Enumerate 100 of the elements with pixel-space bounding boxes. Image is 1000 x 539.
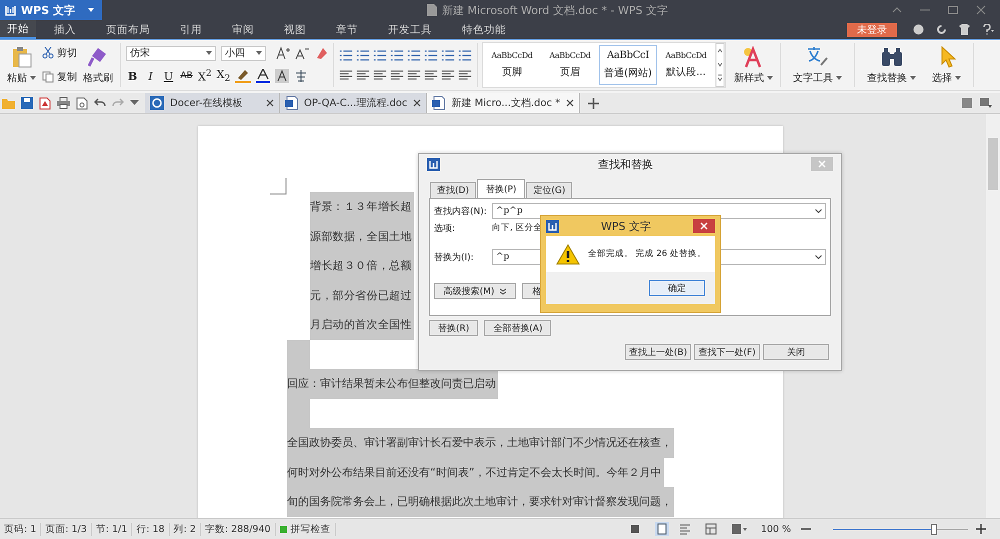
binoculars-icon — [880, 46, 904, 68]
tab-label: Docer-在线模板 — [170, 96, 243, 110]
close-tab-icon[interactable] — [413, 99, 422, 107]
tab-label: 新建 Micro...文档.doc * — [451, 96, 560, 110]
close-tab-icon[interactable] — [266, 99, 274, 107]
style-preset[interactable]: AaBbCcDd 页眉 — [541, 45, 599, 85]
menu-tab[interactable]: 引用 — [168, 20, 214, 39]
superscript-button[interactable]: X$^{2}$ — [198, 68, 212, 84]
print-preview-icon[interactable] — [76, 96, 88, 110]
subscript-button[interactable]: X$_{2}$ — [216, 68, 230, 84]
replace-button[interactable]: 替换(R) — [429, 320, 478, 336]
character-shading-icon[interactable] — [275, 69, 290, 83]
docer-logo-icon — [150, 96, 164, 110]
find-replace-button[interactable]: 查找替换 — [865, 46, 918, 84]
spell-check-status-icon — [280, 526, 287, 532]
copy-button[interactable]: 复制 — [42, 70, 77, 84]
scrollbar[interactable] — [986, 114, 1000, 518]
save-icon[interactable] — [21, 97, 33, 109]
close-button[interactable] — [693, 219, 715, 233]
menu-tab[interactable]: 章节 — [324, 20, 370, 39]
fullscreen-icon[interactable] — [628, 523, 641, 535]
menu-tab[interactable]: 开始 — [0, 20, 36, 39]
menu-tab[interactable]: 审阅 — [220, 20, 266, 39]
pdf-export-icon[interactable] — [39, 96, 51, 110]
format-painter-button[interactable]: 格式刷 — [81, 46, 115, 84]
menu-tab[interactable]: 开发工具 — [376, 20, 444, 39]
window-title: 新建 Microsoft Word 文档.doc * - WPS 文字 — [442, 2, 668, 18]
reading-view-icon[interactable] — [730, 523, 747, 535]
collapse-icon[interactable] — [892, 6, 902, 14]
status-item: 字数: 288/940 — [200, 522, 276, 536]
document-tab[interactable]: 新建 Micro...文档.doc * — [427, 93, 580, 113]
app-logo-icon — [5, 4, 16, 16]
help-icon[interactable] — [982, 24, 994, 35]
menu-tab[interactable]: 页面布局 — [94, 20, 162, 39]
zoom-level[interactable]: 100 % — [760, 524, 791, 534]
outline-view-icon[interactable] — [678, 523, 691, 535]
word-document-icon — [285, 96, 298, 110]
web-view-icon[interactable] — [704, 523, 717, 535]
dropdown-icon[interactable] — [130, 100, 139, 106]
style-preset[interactable]: AaBbCcDd 默认段... — [657, 45, 715, 85]
page-view-icon[interactable] — [654, 522, 669, 536]
zoom-slider-thumb[interactable] — [931, 524, 938, 534]
caret-icon — [88, 8, 94, 12]
close-tab-icon[interactable] — [566, 99, 574, 107]
menu-tab[interactable]: 视图 — [272, 20, 318, 39]
new-tab-icon[interactable] — [588, 98, 600, 108]
underline-button[interactable]: U — [162, 70, 175, 82]
ok-button[interactable]: 确定 — [649, 280, 705, 296]
style-preset[interactable]: AaBbCcDd 页脚 — [483, 45, 541, 85]
advanced-search-button[interactable]: 高级搜索(M) — [434, 283, 516, 299]
menu-tab[interactable]: 特色功能 — [450, 20, 518, 39]
clear-format-icon[interactable] — [314, 46, 328, 60]
dialog-tab[interactable]: 定位(G) — [526, 182, 572, 198]
dialog-tab[interactable]: 替换(P) — [476, 179, 526, 198]
refresh-icon[interactable] — [936, 24, 947, 35]
cut-button[interactable]: 剪切 — [42, 46, 77, 60]
font-size-dropdown[interactable]: 小四 — [221, 46, 266, 61]
tab-label: OP-QA-C...理流程.doc — [304, 96, 408, 110]
shrink-font-icon[interactable] — [295, 46, 309, 60]
maximize-icon[interactable] — [948, 6, 958, 14]
margin-corner-mark — [270, 178, 287, 195]
document-tab[interactable]: OP-QA-C...理流程.doc — [280, 93, 428, 113]
paste-button[interactable]: 粘贴 — [5, 46, 38, 84]
dialog-tab[interactable]: 查找(D) — [430, 182, 476, 198]
zoom-in-icon[interactable] — [976, 524, 986, 534]
text-tools-button[interactable]: 文字工具 — [791, 46, 844, 84]
strikethrough-button[interactable]: AB — [180, 71, 193, 81]
shirt-icon[interactable] — [959, 24, 970, 35]
document-tab[interactable]: Docer-在线模板 — [145, 93, 280, 113]
caret-icon — [767, 76, 773, 80]
menu-tab[interactable]: 插入 — [42, 20, 88, 39]
app-menu-button[interactable]: WPS 文字 — [0, 0, 102, 20]
style-preset[interactable]: AaBbCcI 普通(网站) — [599, 45, 657, 85]
bold-button[interactable]: B — [126, 70, 139, 82]
find-previous-button[interactable]: 查找上一处(B) — [625, 344, 691, 360]
font-family-dropdown[interactable]: 仿宋 — [126, 46, 216, 61]
close-dialog-button[interactable]: 关闭 — [763, 344, 829, 360]
skin-icon[interactable] — [913, 24, 924, 35]
clipboard-icon — [12, 46, 32, 68]
close-icon[interactable] — [976, 5, 986, 15]
italic-button[interactable]: I — [144, 70, 157, 82]
spell-check-label[interactable]: 拼写检查 — [286, 522, 336, 536]
status-item: 行: 18 — [132, 522, 170, 536]
undo-icon[interactable] — [94, 98, 106, 108]
select-button[interactable]: 选择 — [930, 46, 963, 84]
bullets-icon[interactable] — [339, 48, 353, 62]
caret-icon — [836, 76, 842, 80]
print-icon[interactable] — [57, 97, 70, 109]
replace-all-button[interactable]: 全部替换(A) — [484, 320, 552, 336]
panel-toggle-icon[interactable] — [980, 98, 992, 108]
new-style-button[interactable]: 新样式 — [732, 46, 775, 84]
font-color-icon[interactable] — [256, 69, 270, 83]
close-icon — [818, 160, 826, 168]
find-next-button[interactable]: 查找下一处(F) — [694, 344, 760, 360]
gallery-scroll-icon[interactable] — [715, 43, 725, 87]
caret-icon — [256, 51, 262, 56]
phonetic-guide-icon[interactable] — [294, 69, 308, 83]
grow-font-icon[interactable] — [276, 46, 290, 60]
align-left-icon[interactable] — [339, 68, 353, 82]
highlighter-icon[interactable] — [235, 69, 252, 83]
